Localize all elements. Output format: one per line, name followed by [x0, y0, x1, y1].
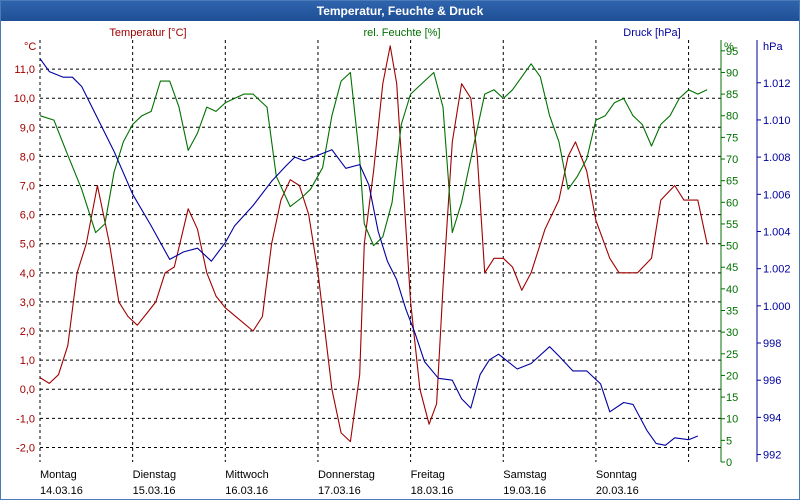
- humidity-tick-label: 85: [726, 89, 738, 101]
- humidity-tick-label: 40: [726, 284, 738, 296]
- temp-tick-label: -1,0: [16, 413, 35, 425]
- temp-tick-label: 7,0: [20, 181, 35, 193]
- temperature-line: [39, 45, 708, 443]
- temp-tick-label: 0,0: [20, 384, 35, 396]
- humidity-tick-label: 60: [726, 197, 738, 209]
- temp-tick-label: 8,0: [20, 151, 35, 163]
- x-tick-day: Montag: [40, 469, 77, 481]
- humidity-tick-label: 45: [726, 262, 738, 274]
- x-tick-day: Dienstag: [133, 469, 176, 481]
- series-label: Temperatur [°C]: [109, 27, 186, 39]
- temp-tick-label: -2,0: [16, 442, 35, 454]
- x-tick-day: Mittwoch: [225, 469, 268, 481]
- temp-tick-label: 9,0: [20, 122, 35, 134]
- humidity-tick-label: 70: [726, 154, 738, 166]
- humidity-tick-label: 20: [726, 370, 738, 382]
- humidity-line: [39, 63, 708, 247]
- temp-tick-label: 11,0: [14, 64, 35, 76]
- x-tick-date: 15.03.16: [133, 485, 176, 497]
- pressure-tick-label: 996: [763, 375, 781, 387]
- pressure-tick-label: 998: [763, 338, 781, 350]
- temp-tick-label: 10,0: [14, 93, 35, 105]
- temp-tick-label: 5,0: [20, 239, 35, 251]
- x-tick-date: 20.03.16: [596, 485, 639, 497]
- humidity-tick-label: 10: [726, 414, 738, 426]
- pressure-tick-label: 1.012: [763, 78, 791, 90]
- series-label: rel. Feuchte [%]: [363, 27, 440, 39]
- pressure-tick-label: 994: [763, 412, 781, 424]
- humidity-tick-label: 65: [726, 176, 738, 188]
- pressure-unit-label: hPa: [763, 41, 783, 53]
- x-tick-date: 19.03.16: [503, 485, 546, 497]
- pressure-tick-label: 1.000: [763, 301, 791, 313]
- pressure-tick-label: 1.002: [763, 264, 791, 276]
- x-tick-date: 17.03.16: [318, 485, 361, 497]
- humidity-tick-label: 25: [726, 349, 738, 361]
- x-tick-day: Samstag: [503, 469, 546, 481]
- x-tick-day: Freitag: [411, 469, 445, 481]
- humidity-tick-label: 75: [726, 132, 738, 144]
- humidity-tick-label: 90: [726, 67, 738, 79]
- series-label: Druck [hPa]: [623, 27, 680, 39]
- humidity-tick-label: 80: [726, 111, 738, 123]
- humidity-tick-label: 35: [726, 306, 738, 318]
- x-tick-date: 16.03.16: [225, 485, 268, 497]
- humidity-tick-label: 55: [726, 219, 738, 231]
- pressure-tick-label: 1.008: [763, 152, 791, 164]
- humidity-tick-label: 15: [726, 392, 738, 404]
- x-tick-day: Donnerstag: [318, 469, 375, 481]
- x-tick-date: 18.03.16: [411, 485, 454, 497]
- temp-tick-label: 4,0: [20, 268, 35, 280]
- humidity-tick-label: 30: [726, 327, 738, 339]
- pressure-line: [39, 58, 699, 446]
- temp-tick-label: 3,0: [20, 297, 35, 309]
- temp-unit-label: °C: [24, 41, 36, 53]
- pressure-tick-label: 1.006: [763, 189, 791, 201]
- x-tick-date: 14.03.16: [40, 485, 83, 497]
- pressure-tick-label: 1.004: [763, 226, 791, 238]
- humidity-tick-label: 5: [726, 435, 732, 447]
- humidity-tick-label: 50: [726, 241, 738, 253]
- weather-chart: -2,0 -1,0 0,0 1,0 2,0 3,0 4,0 5,0 6,0 7,0 8,0 9,0 10…: [14, 27, 791, 497]
- x-tick-day: Sonntag: [596, 469, 637, 481]
- pressure-tick-label: 992: [763, 450, 781, 462]
- pressure-tick-label: 1.010: [763, 115, 791, 127]
- humidity-unit-label: %: [724, 41, 734, 53]
- temp-tick-label: 2,0: [20, 326, 35, 338]
- temp-tick-label: 1,0: [20, 355, 35, 367]
- humidity-tick-label: 0: [726, 457, 732, 469]
- temp-tick-label: 6,0: [20, 210, 35, 222]
